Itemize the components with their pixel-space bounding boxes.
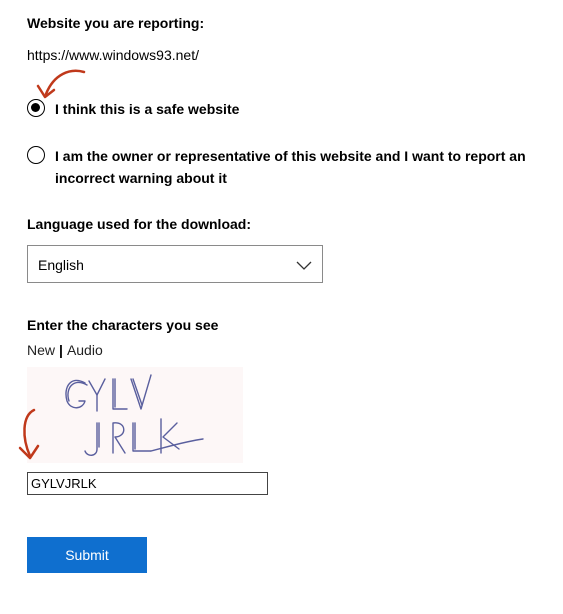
language-heading: Language used for the download: — [27, 216, 251, 232]
safe-website-label: I think this is a safe website — [55, 101, 240, 117]
chevron-down-icon — [296, 261, 312, 270]
safe-website-option[interactable]: I think this is a safe website — [27, 98, 239, 120]
owner-label: I am the owner or representative of this… — [55, 145, 526, 189]
site-url: https://www.windows93.net/ — [27, 47, 199, 63]
link-separator: | — [59, 342, 63, 358]
site-heading: Website you are reporting: — [27, 15, 205, 31]
language-selected-value: English — [38, 257, 84, 273]
owner-label-line1: I am the owner or representative of this… — [55, 148, 526, 164]
captcha-links: New | Audio — [27, 341, 103, 359]
new-captcha-link[interactable]: New — [27, 342, 55, 358]
owner-option[interactable]: I am the owner or representative of this… — [27, 145, 526, 189]
captcha-input[interactable] — [27, 472, 268, 495]
captcha-image — [27, 367, 243, 463]
safe-website-radio[interactable] — [27, 99, 45, 117]
language-select[interactable]: English — [27, 245, 323, 283]
captcha-heading: Enter the characters you see — [27, 317, 219, 333]
owner-radio[interactable] — [27, 146, 45, 164]
audio-captcha-link[interactable]: Audio — [67, 342, 103, 358]
owner-label-line2: incorrect warning about it — [55, 170, 227, 186]
submit-button[interactable]: Submit — [27, 537, 147, 573]
